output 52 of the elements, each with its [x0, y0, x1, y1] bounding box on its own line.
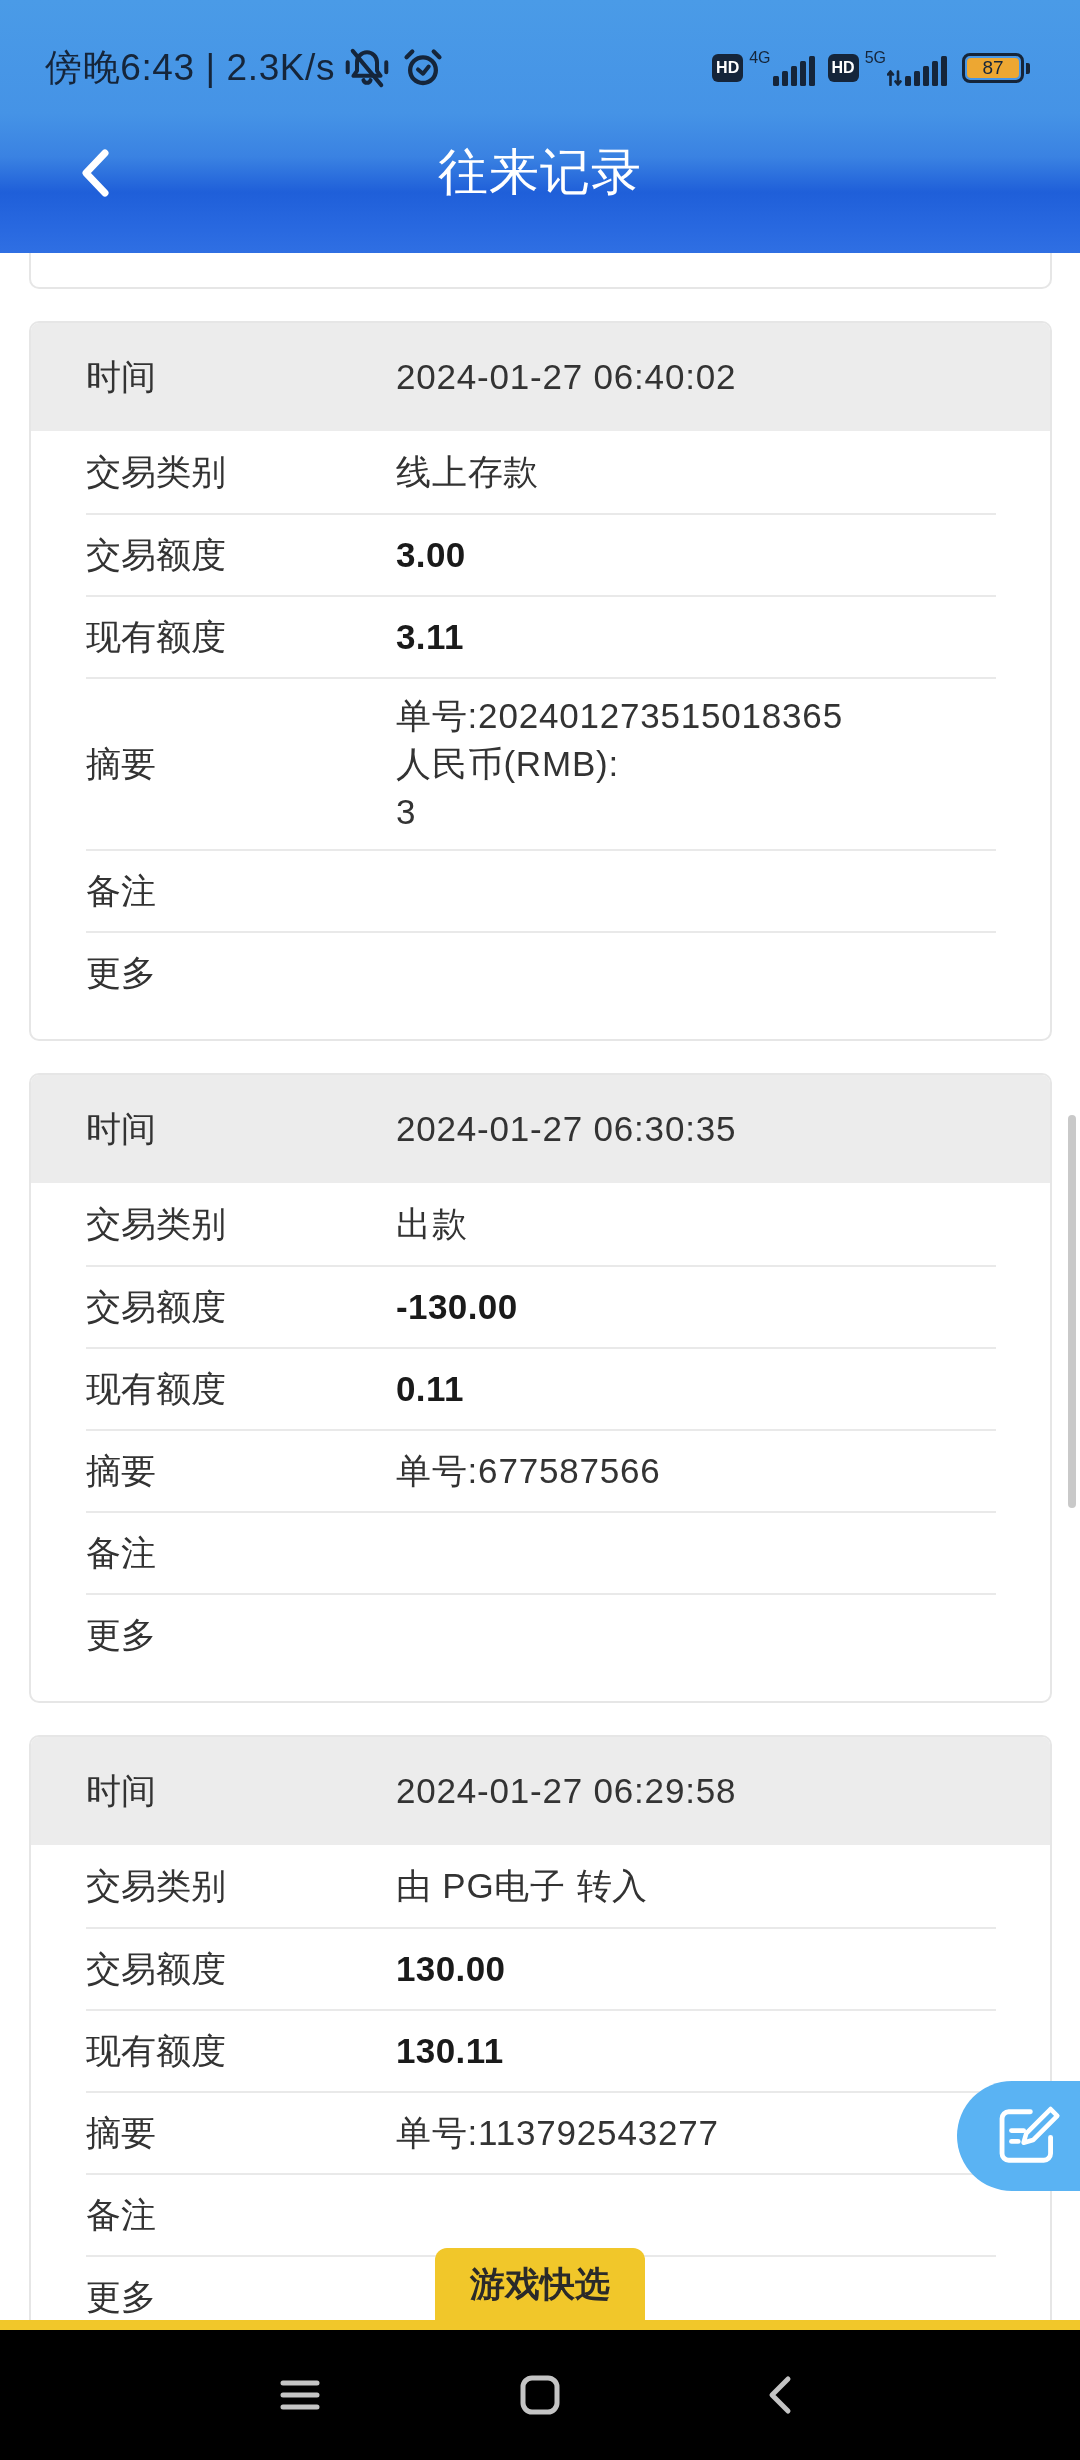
network-type-label: 4G — [749, 50, 771, 66]
field-label: 交易额度 — [86, 1948, 227, 1990]
field-label: 现有额度 — [86, 616, 227, 658]
field-label: 时间 — [86, 1770, 157, 1812]
field-value: 单号:677587566 — [396, 1450, 661, 1492]
alarm-clock-icon — [403, 48, 444, 88]
amount-value: 130.11 — [396, 2030, 504, 2072]
field-label: 现有额度 — [86, 2030, 227, 2072]
network-type-label: 5G — [864, 50, 886, 66]
field-label: 交易额度 — [86, 1286, 227, 1328]
field-label: 备注 — [86, 2194, 157, 2236]
menu-icon[interactable] — [280, 2379, 320, 2411]
time-value: 2024-01-27 06:30:35 — [396, 1108, 737, 1150]
field-label: 摘要 — [86, 1450, 157, 1492]
field-label: 交易额度 — [86, 534, 227, 576]
amount-value: 3.11 — [396, 616, 464, 658]
hd-badge: HD — [712, 54, 744, 82]
field-label: 摘要 — [86, 2112, 157, 2154]
field-value: 线上存款 — [396, 451, 540, 493]
field-label: 时间 — [86, 356, 157, 398]
time-value: 2024-01-27 06:29:58 — [396, 1770, 737, 1812]
amount-value: 0.11 — [396, 1368, 464, 1410]
field-label: 备注 — [86, 870, 157, 912]
amount-value: 3.00 — [396, 534, 466, 576]
amount-value: 130.00 — [396, 1948, 506, 1990]
status-time: 傍晚6:43 | 2.3K/s — [45, 45, 336, 90]
field-label: 现有额度 — [86, 1368, 227, 1410]
field-label: 更多 — [86, 952, 157, 994]
field-label: 更多 — [86, 2276, 157, 2318]
time-value: 2024-01-27 06:40:02 — [396, 356, 737, 398]
back-icon[interactable] — [79, 147, 111, 198]
field-label: 备注 — [86, 1532, 157, 1574]
page-title: 往来记录 — [438, 143, 642, 202]
home-icon[interactable] — [520, 2375, 560, 2415]
quick-select-tab[interactable]: 游戏快选 — [435, 2248, 645, 2320]
field-label: 交易类别 — [86, 1203, 227, 1245]
field-label: 摘要 — [86, 743, 157, 785]
back-icon[interactable] — [767, 2375, 793, 2415]
hd-badge: HD — [827, 54, 859, 82]
field-label: 交易类别 — [86, 1865, 227, 1907]
summary-value: 单号:202401273515018365 人民币(RMB): 3 — [396, 695, 843, 833]
field-label: 时间 — [86, 1108, 157, 1150]
field-value: 出款 — [396, 1203, 468, 1245]
muted-bell-icon — [345, 48, 390, 88]
field-label: 更多 — [86, 1614, 157, 1656]
amount-value: -130.00 — [396, 1286, 518, 1328]
field-value: 由 PG电子 转入 — [396, 1865, 649, 1907]
field-label: 交易类别 — [86, 451, 227, 493]
field-value: 单号:113792543277 — [396, 2112, 719, 2154]
signal-icon — [904, 56, 948, 86]
data-arrows-icon — [887, 70, 902, 86]
signal-icon — [771, 56, 816, 86]
